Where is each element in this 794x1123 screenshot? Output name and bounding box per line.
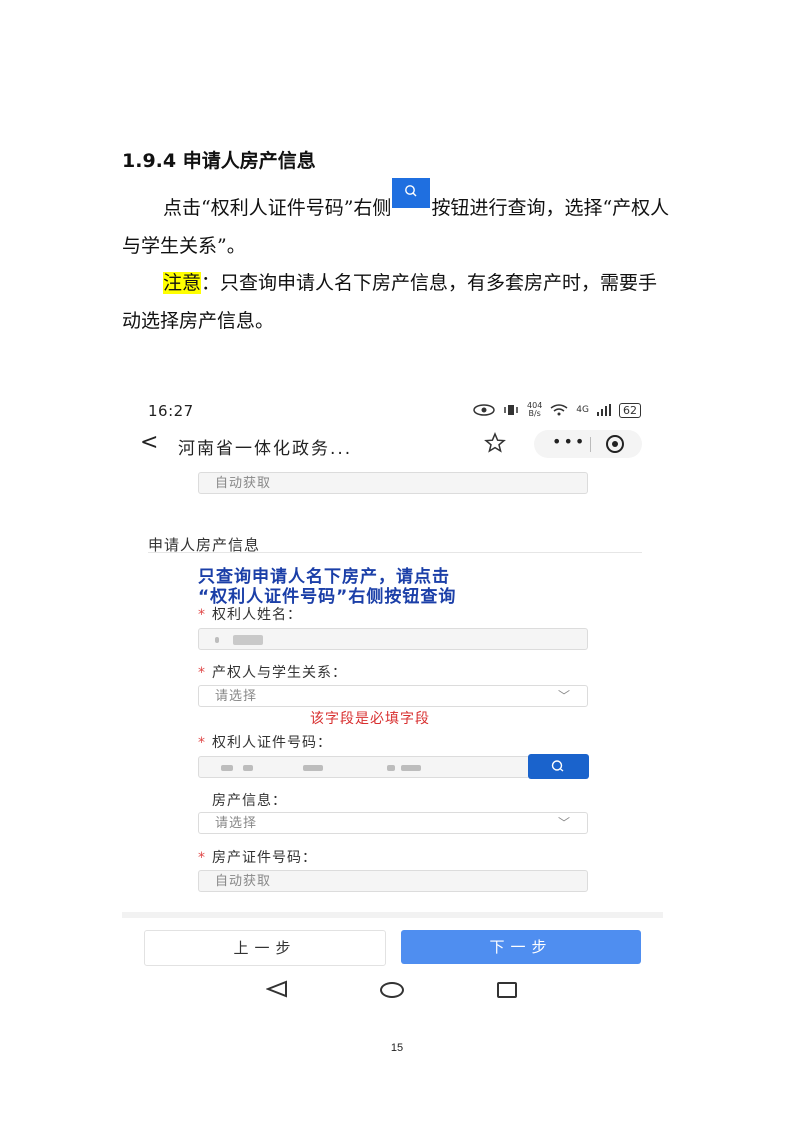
phone-screenshot: 16:27 404 B/s 4G 62 < 河南省一体化政务... ••• 自动获… [122, 392, 663, 1014]
favorite-star-icon[interactable] [484, 432, 506, 454]
chevron-down-icon: ﹀ [557, 689, 571, 703]
relation-error-message: 该字段是必填字段 [310, 711, 430, 727]
nav-recent-apps-icon[interactable] [497, 982, 517, 998]
required-mark: * [198, 735, 206, 751]
redacted-text [215, 637, 219, 643]
required-mark: * [198, 850, 206, 866]
app-title: 河南省一体化政务... [178, 439, 353, 459]
cert-number-label: * 房产证件号码： [198, 847, 317, 867]
status-icons: 404 B/s 4G 62 [473, 402, 641, 418]
more-menu-button[interactable]: ••• [552, 432, 586, 451]
relation-select-value: 请选择 [215, 689, 258, 704]
relation-select[interactable]: 请选择 ﹀ [198, 685, 588, 707]
instruction-paragraph: 点击“权利人证件号码”右侧 按钮进行查询，选择“产权人与学生关系”。 [122, 178, 674, 265]
notice-line-1: 只查询申请人名下房产，请点击 [198, 567, 450, 587]
redacted-text [303, 765, 323, 771]
bottom-divider [122, 912, 663, 918]
redacted-text [401, 765, 421, 771]
query-notice: 只查询申请人名下房产，请点击 “权利人证件号码”右侧按钮查询 [198, 567, 598, 607]
wifi-icon [550, 404, 568, 416]
battery-indicator: 62 [619, 402, 641, 418]
owner-name-label: * 权利人姓名： [198, 604, 302, 624]
required-mark: * [198, 665, 206, 681]
page-number: 15 [390, 1042, 404, 1054]
note-paragraph: 注意：只查询申请人名下房产信息，有多套房产时，需要手动选择房产信息。 [122, 264, 674, 340]
search-button-illustration [392, 178, 431, 208]
cert-number-field: 自动获取 [198, 870, 588, 892]
redacted-text [387, 765, 395, 771]
redacted-text [243, 765, 253, 771]
eye-icon [473, 404, 495, 416]
close-target-icon[interactable] [606, 435, 624, 453]
instruction-text-before: 点击“权利人证件号码”右侧 [163, 197, 392, 219]
section-divider [148, 552, 642, 553]
id-number-label-text: 权利人证件号码： [212, 735, 332, 751]
mini-program-capsule: ••• [534, 430, 642, 458]
id-number-label: * 权利人证件号码： [198, 732, 332, 752]
property-info-label: 房产信息： [212, 793, 287, 809]
network-type: 4G [576, 405, 589, 415]
vibrate-icon [504, 405, 518, 415]
required-mark: * [198, 607, 206, 623]
section-heading: 1.9.4 申请人房产信息 [122, 150, 316, 172]
app-titlebar: < 河南省一体化政务... ••• [122, 428, 663, 462]
redacted-text [233, 635, 263, 645]
search-icon [405, 185, 417, 197]
status-time: 16:27 [148, 402, 194, 420]
network-speed-unit: B/s [528, 409, 541, 418]
cert-number-label-text: 房产证件号码： [212, 850, 317, 866]
chevron-down-icon: ﹀ [557, 816, 571, 830]
capsule-divider [590, 437, 591, 452]
nav-home-icon[interactable] [380, 982, 404, 998]
redacted-text [221, 765, 233, 771]
nav-back-icon[interactable] [266, 980, 288, 998]
signal-icon [597, 404, 611, 416]
owner-name-field[interactable] [198, 628, 588, 650]
id-query-button[interactable] [528, 754, 589, 779]
note-label: 注意 [163, 272, 202, 294]
previous-step-button[interactable]: 上一步 [144, 930, 386, 966]
id-number-field[interactable] [198, 756, 530, 778]
search-icon [551, 760, 564, 772]
next-step-button[interactable]: 下一步 [401, 930, 641, 964]
relation-label: * 产权人与学生关系： [198, 662, 347, 682]
relation-label-text: 产权人与学生关系： [212, 665, 347, 681]
top-auto-field: 自动获取 [198, 472, 588, 494]
note-text: ：只查询申请人名下房产信息，有多套房产时，需要手动选择房产信息。 [122, 272, 658, 332]
back-button[interactable]: < [140, 430, 158, 455]
property-info-select[interactable]: 请选择 ﹀ [198, 812, 588, 834]
property-info-select-value: 请选择 [215, 816, 258, 831]
network-speed: 404 B/s [527, 402, 542, 418]
owner-name-label-text: 权利人姓名： [212, 607, 302, 623]
